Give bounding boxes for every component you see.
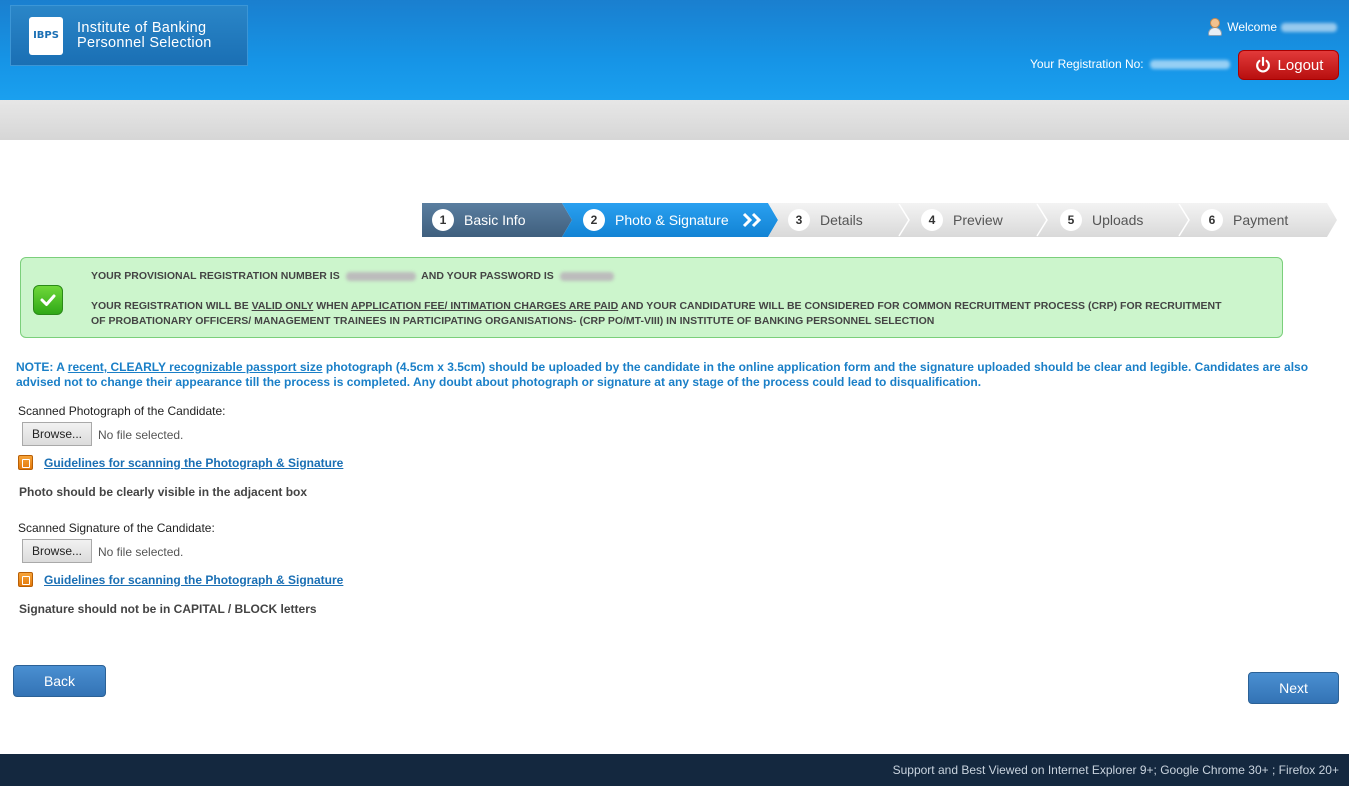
step-number: 5 <box>1060 209 1082 231</box>
logo-line-1: Institute of Banking <box>77 19 207 36</box>
step-photo-signature[interactable]: 2 Photo & Signature <box>583 203 729 237</box>
logout-button[interactable]: Logout <box>1238 50 1339 80</box>
redacted-registration-number <box>345 271 416 281</box>
success-text-d: WHEN <box>313 300 351 312</box>
back-button[interactable]: Back <box>13 665 106 697</box>
success-line-3: OF PROBATIONARY OFFICERS/ MANAGEMENT TRA… <box>91 315 935 327</box>
step-number: 4 <box>921 209 943 231</box>
step-label: Uploads <box>1092 212 1144 228</box>
signature-guidelines[interactable]: Guidelines for scanning the Photograph &… <box>18 572 343 587</box>
photo-upload-label: Scanned Photograph of the Candidate: <box>18 404 226 418</box>
welcome-label: Welcome <box>1227 20 1277 34</box>
step-label: Photo & Signature <box>615 212 729 228</box>
success-message: YOUR PROVISIONAL REGISTRATION NUMBER IS … <box>20 257 1283 338</box>
logout-label: Logout <box>1277 56 1324 74</box>
success-text-a: YOUR PROVISIONAL REGISTRATION NUMBER IS <box>91 270 340 282</box>
success-line-1: YOUR PROVISIONAL REGISTRATION NUMBER IS … <box>91 269 617 284</box>
signature-hint: Signature should not be in CAPITAL / BLO… <box>19 602 317 616</box>
welcome-area: Welcome <box>1207 18 1337 36</box>
valid-only-text: VALID ONLY <box>251 300 314 312</box>
note-prefix: NOTE: A <box>16 360 68 374</box>
step-payment[interactable]: 6 Payment <box>1201 203 1288 237</box>
ibps-logo[interactable]: IBPS Institute of Banking Personnel Sele… <box>10 5 248 66</box>
document-icon <box>18 455 33 470</box>
step-label: Preview <box>953 212 1003 228</box>
user-avatar-icon <box>1207 18 1223 36</box>
photo-file-status: No file selected. <box>98 428 184 442</box>
step-preview[interactable]: 4 Preview <box>921 203 1003 237</box>
success-text-b: AND YOUR PASSWORD IS <box>421 270 554 282</box>
redacted-registration-number <box>1149 59 1230 69</box>
page-header: IBPS Institute of Banking Personnel Sele… <box>0 0 1349 100</box>
step-wizard-background <box>422 203 1337 237</box>
power-icon <box>1255 56 1270 73</box>
success-text-c: YOUR REGISTRATION WILL BE <box>91 300 252 312</box>
step-basic-info[interactable]: 1 Basic Info <box>432 203 525 237</box>
document-icon <box>18 572 33 587</box>
step-number: 2 <box>583 209 605 231</box>
registration-label: Your Registration No: <box>1030 57 1144 71</box>
photo-hint: Photo should be clearly visible in the a… <box>19 485 308 499</box>
page-footer: Support and Best Viewed on Internet Expl… <box>0 754 1349 786</box>
step-uploads[interactable]: 5 Uploads <box>1060 203 1143 237</box>
logo-line-2: Personnel Selection <box>77 34 212 51</box>
step-label: Payment <box>1233 212 1289 228</box>
ibps-emblem-icon: IBPS <box>29 16 63 55</box>
photo-guidelines-link[interactable]: Guidelines for scanning the Photograph &… <box>44 456 343 470</box>
step-wizard: 1 Basic Info 2 Photo & Signature 3 Detai… <box>422 203 1337 237</box>
sub-header-bar <box>0 100 1349 140</box>
step-number: 1 <box>432 209 454 231</box>
step-label: Basic Info <box>464 212 526 228</box>
step-details[interactable]: 3 Details <box>788 203 863 237</box>
registration-number-line: Your Registration No: <box>1030 57 1230 71</box>
redacted-username <box>1281 22 1337 32</box>
signature-upload-label: Scanned Signature of the Candidate: <box>18 521 215 535</box>
fee-text: APPLICATION FEE/ INTIMATION CHARGES ARE … <box>350 300 619 312</box>
checkmark-icon <box>33 285 63 315</box>
next-button[interactable]: Next <box>1248 672 1339 704</box>
photo-browse-button[interactable]: Browse... <box>22 422 92 446</box>
redacted-password <box>559 271 614 281</box>
signature-file-status: No file selected. <box>98 545 184 559</box>
signature-browse-button[interactable]: Browse... <box>22 539 92 563</box>
success-line-2: YOUR REGISTRATION WILL BE VALID ONLY WHE… <box>91 299 1276 314</box>
signature-guidelines-link[interactable]: Guidelines for scanning the Photograph &… <box>44 573 343 587</box>
step-number: 3 <box>788 209 810 231</box>
note-underlined: recent, CLEARLY recognizable passport si… <box>67 360 323 374</box>
logo-text: Institute of Banking Personnel Selection <box>77 19 212 51</box>
logo-mark: IBPS <box>33 29 59 41</box>
photo-note: NOTE: A recent, CLEARLY recognizable pas… <box>16 360 1336 390</box>
footer-text: Support and Best Viewed on Internet Expl… <box>892 763 1339 777</box>
step-label: Details <box>820 212 863 228</box>
photo-guidelines[interactable]: Guidelines for scanning the Photograph &… <box>18 455 343 470</box>
step-number: 6 <box>1201 209 1223 231</box>
success-text-e: AND YOUR CANDIDATURE WILL BE CONSIDERED … <box>618 300 1222 312</box>
